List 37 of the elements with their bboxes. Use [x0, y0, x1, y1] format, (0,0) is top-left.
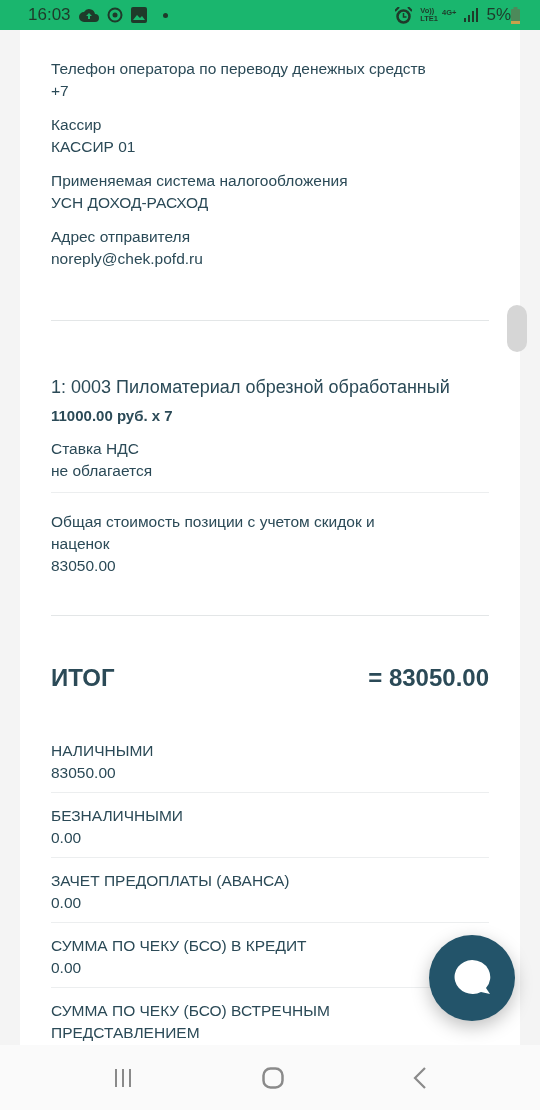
field-value: УСН ДОХОД-РАСХОД — [51, 193, 210, 213]
payment-value: 0.00 — [51, 892, 83, 913]
field-value: +7 — [51, 81, 70, 101]
field-label: Ставка НДС — [51, 438, 140, 459]
total-label: ИТОГ — [51, 662, 115, 693]
image-icon — [130, 7, 147, 23]
home-icon[interactable] — [262, 1066, 284, 1089]
battery-icon — [511, 6, 520, 24]
field-label: Адрес отправителя — [51, 227, 192, 247]
payment-value: 0.00 — [51, 827, 83, 848]
signal-icon — [464, 8, 479, 22]
cloud-upload-icon — [78, 8, 99, 22]
field-value: noreply@chek.pofd.ru — [51, 249, 204, 269]
payment-label: БЕЗНАЛИЧНЫМИ — [51, 805, 184, 826]
field-label: Телефон оператора по переводу денежных средств — [51, 59, 427, 79]
dot-icon — [162, 12, 168, 18]
field-label: Кассир — [51, 115, 103, 135]
payment-label: НАЛИЧНЫМИ — [51, 740, 155, 761]
back-icon[interactable] — [413, 1066, 428, 1089]
payment-label: СУММА ПО ЧЕКУ (БСО) В КРЕДИТ — [51, 935, 308, 956]
payment-label: СУММА ПО ЧЕКУ (БСО) ВСТРЕЧНЫМ ПРЕДСТАВЛЕНИЕМ — [51, 1000, 331, 1043]
field-value: КАССИР 01 — [51, 137, 137, 157]
status-time: 16:03 — [28, 4, 71, 27]
alarm-icon — [395, 6, 413, 24]
scroll-handle[interactable] — [507, 305, 527, 352]
payment-value: 83050.00 — [51, 762, 117, 783]
battery-percent: 5% — [486, 4, 511, 27]
field-value: не облагается — [51, 460, 154, 481]
payment-value: 0.00 — [51, 957, 83, 978]
field-label: Применяемая система налогообложения — [51, 171, 349, 191]
item-price: 11000.00 руб. х 7 — [51, 406, 174, 426]
payment-label: ЗАЧЕТ ПРЕДОПЛАТЫ (АВАНСА) — [51, 870, 291, 891]
recent-apps-icon[interactable] — [112, 1067, 133, 1088]
item-title: 1: 0003 Пиломатериал обрезной обработанный — [51, 376, 451, 399]
total-value: = 83050.00 — [368, 662, 489, 693]
field-value: 83050.00 — [51, 555, 117, 576]
field-label: Общая стоимость позиции с учетом скидок и наценок — [51, 511, 376, 554]
